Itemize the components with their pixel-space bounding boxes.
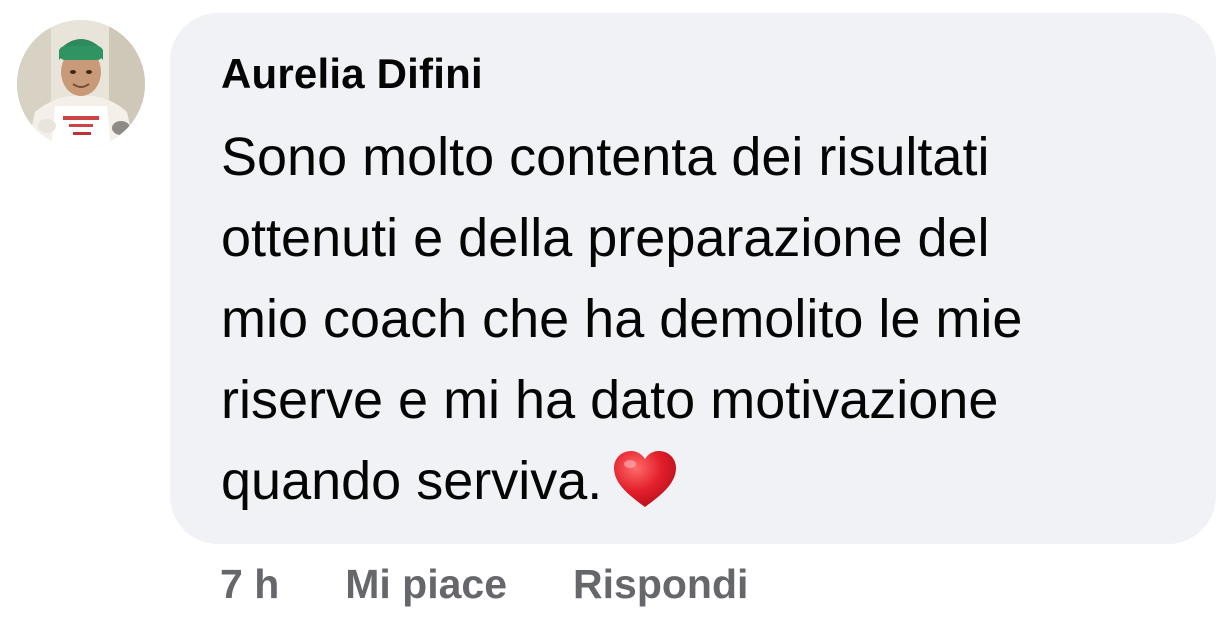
comment-actions: 7 h Mi piace Rispondi bbox=[220, 556, 748, 612]
comment-last-line: quando serviva. bbox=[221, 441, 1181, 532]
like-button[interactable]: Mi piace bbox=[345, 561, 507, 608]
heart-emoji-icon bbox=[612, 449, 678, 532]
comment-timestamp[interactable]: 7 h bbox=[220, 561, 279, 608]
comment-bubble: Aurelia Difini Sono molto contenta dei r… bbox=[170, 13, 1216, 544]
comment-line: riserve e mi ha dato motivazione bbox=[221, 370, 999, 430]
comment-line: quando serviva. bbox=[221, 451, 603, 511]
avatar[interactable] bbox=[17, 20, 145, 148]
comment-text: Sono molto contenta dei risultati ottenu… bbox=[221, 117, 1181, 532]
comment-line: mio coach che ha demolito le mie bbox=[221, 289, 1023, 349]
comment-line: Sono molto contenta dei risultati bbox=[221, 127, 990, 187]
comment-author[interactable]: Aurelia Difini bbox=[221, 53, 483, 95]
reply-button[interactable]: Rispondi bbox=[573, 561, 748, 608]
comment-line: ottenuti e della preparazione del bbox=[221, 208, 990, 268]
profile-photo-icon bbox=[17, 20, 145, 148]
